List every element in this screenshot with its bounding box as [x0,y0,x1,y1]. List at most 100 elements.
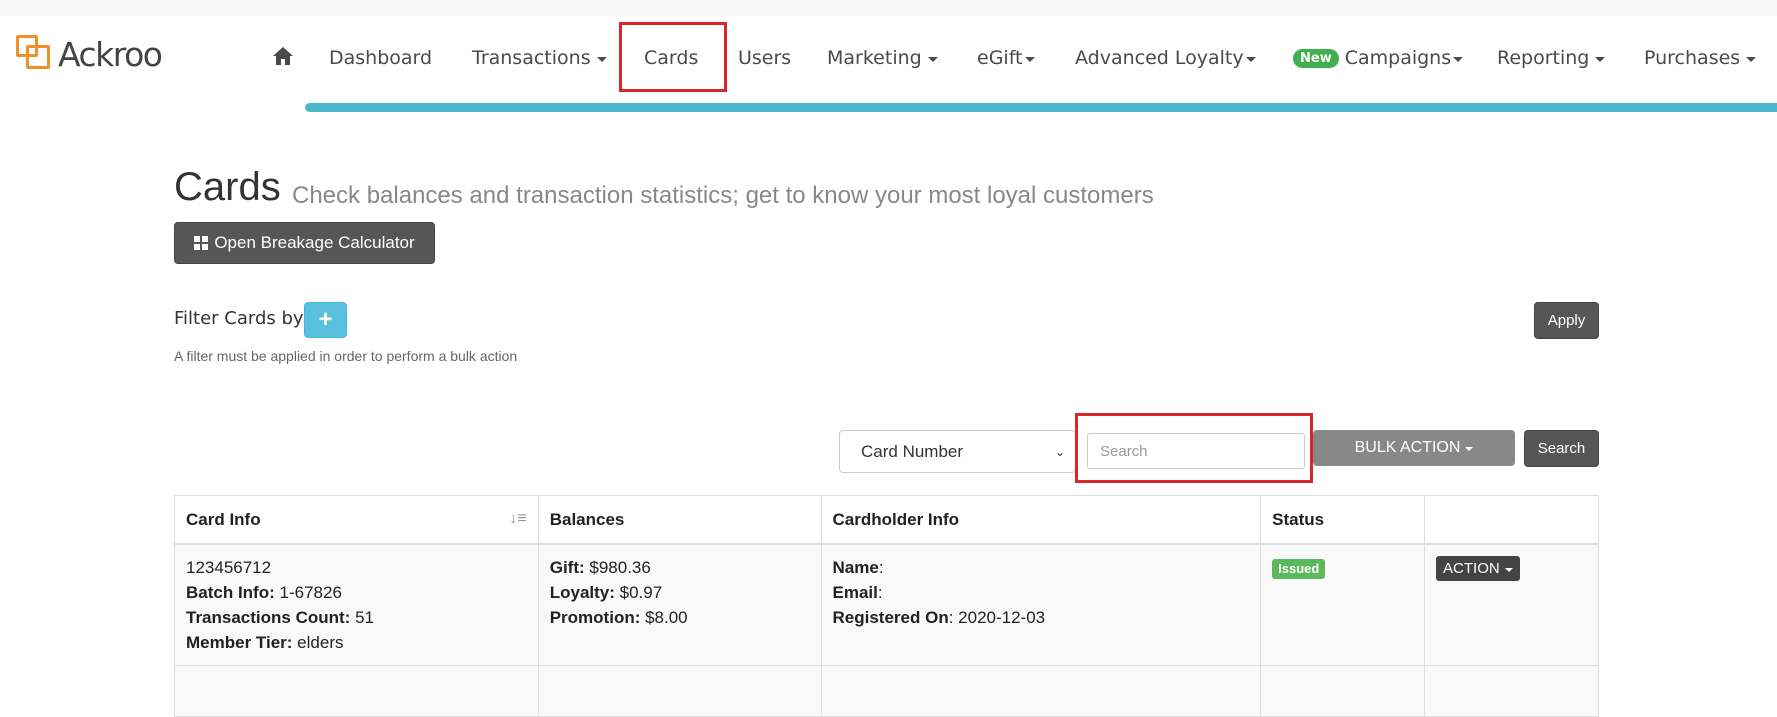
nav-egift[interactable]: eGift [977,38,1035,78]
caret-down-icon [596,57,607,62]
home-icon[interactable] [272,46,294,66]
nav-users[interactable]: Users [738,38,791,78]
col-balances: Balances [537,495,822,545]
cardholder-name: Name: [833,555,1250,580]
ackroo-logo[interactable]: Ackroo [16,34,163,74]
nav-label: Reporting [1497,47,1590,69]
status-cell: Issued [1260,543,1426,666]
logo-text: Ackroo [58,34,163,74]
caret-down-icon [1453,57,1464,62]
col-status: Status [1260,495,1426,545]
nav-label: Marketing [827,47,922,69]
field-label: Promotion: [549,608,641,627]
cards-table: Card Info ↓≡ Balances Cardholder Info Sta… [174,495,1599,717]
apply-button[interactable]: Apply [1534,302,1599,339]
member-tier: Member Tier: elders [186,630,527,655]
search-field-select[interactable]: Card Number ⌄ [839,430,1076,473]
nav-transactions[interactable]: Transactions [472,38,607,78]
field-value: 1-67826 [274,583,342,602]
nav-marketing[interactable]: Marketing [827,38,938,78]
nav-label: Users [738,47,792,69]
cardholder-cell [820,665,1262,717]
nav-accent-bar [305,103,1777,112]
action-cell [1424,665,1599,717]
field-label: Transactions Count: [186,608,351,627]
status-cell [1260,665,1426,717]
field-value: $8.00 [640,608,688,627]
nav-reporting[interactable]: Reporting [1497,38,1606,78]
batch-info: Batch Info: 1-67826 [186,580,527,605]
filter-label: Filter Cards by [174,308,304,329]
card-info-cell: 123456712 Batch Info: 1-67826 Transactio… [174,543,539,666]
button-label: Open Breakage Calculator [214,233,415,252]
nav-label: Purchases [1644,47,1741,69]
field-label: Loyalty: [549,583,615,602]
search-highlight [1075,413,1313,483]
field-value: : [878,558,884,577]
field-value: elders [292,633,344,652]
header-label: Status [1272,509,1325,529]
button-label: ACTION [1443,560,1500,577]
nav-campaigns[interactable]: New Campaigns [1293,38,1464,78]
search-button[interactable]: Search [1524,430,1599,467]
cardholder-cell: Name: Email: Registered On: 2020-12-03 [820,543,1262,666]
field-label: Member Tier: [186,633,293,652]
field-value: : [877,583,883,602]
nav-advanced-loyalty[interactable]: Advanced Loyalty [1075,38,1256,78]
header-label: Card Info [186,509,261,529]
chevron-down-icon: ⌄ [1054,445,1065,459]
nav-label: Advanced Loyalty [1075,47,1244,69]
gift-balance: Gift: $980.36 [550,555,810,580]
header-label: Balances [549,509,625,529]
col-actions [1424,495,1599,545]
action-button[interactable]: ACTION [1436,556,1520,581]
nav-label: Campaigns [1344,47,1452,69]
caret-down-icon [1746,57,1757,62]
nav-label: eGift [977,47,1023,69]
button-label: Apply [1547,312,1586,329]
caret-down-icon [927,57,938,62]
add-filter-button[interactable]: + [304,302,347,338]
action-cell: ACTION [1424,543,1599,666]
plus-icon: + [318,306,333,333]
registered-on: Registered On: 2020-12-03 [833,605,1250,630]
field-value: : 2020-12-03 [948,608,1046,627]
browser-top-strip [0,0,1777,16]
bulk-action-button[interactable]: BULK ACTION [1313,430,1515,466]
page-subtitle: Check balances and transaction statistic… [292,182,1154,209]
caret-down-icon [1024,57,1035,62]
filter-note: A filter must be applied in order to per… [174,348,518,364]
col-card-info[interactable]: Card Info ↓≡ [174,495,539,545]
table-row: 123456712 Batch Info: 1-67826 Transactio… [174,543,1599,666]
cards-nav-highlight [619,22,727,92]
caret-down-icon [1504,567,1513,572]
button-label: Search [1537,440,1586,457]
page-title: Cards [174,165,281,209]
card-number: 123456712 [186,558,272,577]
select-value: Card Number [861,441,964,461]
col-cardholder-info: Cardholder Info [820,495,1262,545]
table-header-row: Card Info ↓≡ Balances Cardholder Info Sta… [174,495,1599,545]
header-label: Cardholder Info [832,509,960,529]
field-label: Registered On [832,608,949,627]
nav-purchases[interactable]: Purchases [1644,38,1757,78]
logo-mark-icon [16,35,56,73]
cardholder-email: Email: [833,580,1250,605]
field-value: 51 [350,608,374,627]
balances-cell [537,665,822,717]
nav-label: Dashboard [329,47,433,69]
field-label: Name [832,558,879,577]
caret-down-icon [1595,57,1606,62]
grid-icon [194,236,209,250]
field-label: Batch Info: [186,583,275,602]
open-breakage-calculator-button[interactable]: Open Breakage Calculator [174,222,435,264]
caret-down-icon [1465,447,1474,451]
button-label: BULK ACTION [1354,439,1461,456]
field-label: Email [832,583,878,602]
field-value: $0.97 [614,583,663,602]
table-row [174,665,1599,717]
field-label: Gift: [549,558,585,577]
nav-dashboard[interactable]: Dashboard [329,38,432,78]
sort-icon[interactable]: ↓≡ [509,510,526,528]
promotion-balance: Promotion: $8.00 [550,605,810,630]
